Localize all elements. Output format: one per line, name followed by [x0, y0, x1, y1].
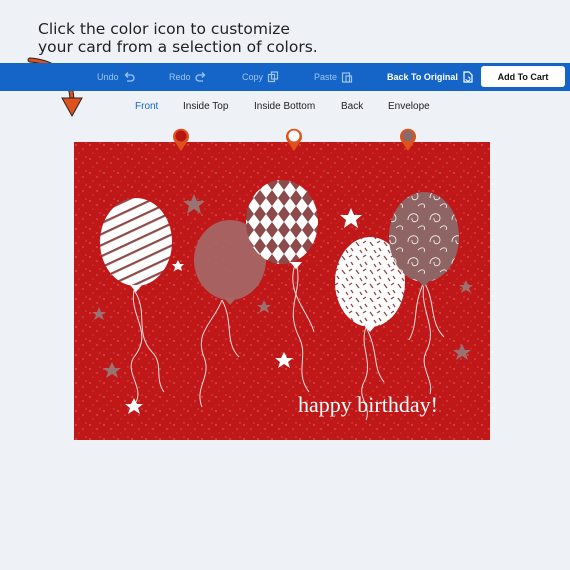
- copy-icon: [267, 71, 279, 83]
- document-revert-icon: [463, 71, 473, 83]
- color-pin-2-swatch: [288, 130, 300, 142]
- tab-back[interactable]: Back: [341, 101, 363, 112]
- undo-button[interactable]: Undo: [97, 63, 135, 91]
- editor-toolbar: Undo Redo Copy Paste Back To Original Ad…: [0, 63, 570, 91]
- tab-front[interactable]: Front: [135, 101, 158, 112]
- color-pin-1[interactable]: [171, 126, 191, 152]
- paste-icon: [341, 72, 353, 83]
- copy-label: Copy: [242, 72, 264, 82]
- paste-label: Paste: [314, 72, 338, 82]
- add-to-cart-button[interactable]: Add To Cart: [481, 66, 565, 87]
- color-pin-1-swatch: [175, 130, 187, 142]
- instruction-text: Click the color icon to customize your c…: [38, 20, 338, 56]
- color-pin-3-swatch: [402, 130, 414, 142]
- tab-inside-top[interactable]: Inside Top: [183, 101, 228, 112]
- card-canvas[interactable]: happy birthday!: [74, 142, 490, 440]
- color-pin-2[interactable]: [284, 126, 304, 152]
- back-to-original-label: Back To Original: [387, 72, 458, 82]
- instruction-line-1: Click the color icon to customize: [38, 20, 290, 38]
- card-greeting-text[interactable]: happy birthday!: [298, 392, 438, 417]
- color-pin-3[interactable]: [398, 126, 418, 152]
- redo-icon: [194, 72, 205, 82]
- instruction-line-2: your card from a selection of colors.: [38, 38, 318, 56]
- tab-envelope[interactable]: Envelope: [388, 101, 430, 112]
- redo-label: Redo: [169, 72, 191, 82]
- undo-label: Undo: [97, 72, 119, 82]
- paste-button[interactable]: Paste: [314, 63, 353, 91]
- undo-icon: [124, 72, 135, 82]
- tab-inside-bottom[interactable]: Inside Bottom: [254, 101, 315, 112]
- copy-button[interactable]: Copy: [242, 63, 279, 91]
- card-artwork: happy birthday!: [74, 142, 490, 440]
- redo-button[interactable]: Redo: [169, 63, 207, 91]
- back-to-original-button[interactable]: Back To Original: [387, 63, 474, 91]
- card-side-tabs: Front Inside Top Inside Bottom Back Enve…: [0, 101, 570, 117]
